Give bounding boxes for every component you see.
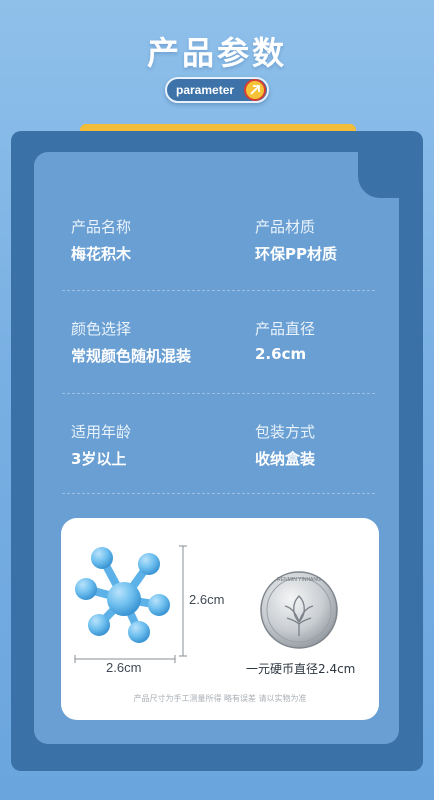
- coin-caption: 一元硬币直径2.4cm: [246, 662, 356, 676]
- spec-label-diameter: 产品直径: [255, 320, 316, 338]
- spec-label-color: 颜色选择: [71, 320, 132, 338]
- parameter-badge: parameter: [165, 77, 269, 103]
- card-notch: [358, 152, 399, 198]
- spec-value-age: 3岁以上: [71, 450, 127, 468]
- page-title: 产品参数: [146, 34, 287, 72]
- spec-label-age: 适用年龄: [71, 423, 132, 441]
- product-illustration: [74, 545, 338, 663]
- product-photo-panel: 2.6cm 2.6cm RENMIN YINHANG 一元硬币直径2.4cm 产…: [61, 518, 379, 720]
- spec-label-material: 产品材质: [255, 218, 316, 236]
- arrow-up-right-icon: [244, 79, 266, 101]
- spec-value-color: 常规颜色随机混装: [71, 347, 192, 365]
- spec-value-name: 梅花积木: [71, 245, 132, 263]
- coin-inscription: RENMIN YINHANG: [277, 577, 321, 583]
- divider: [62, 393, 375, 394]
- spec-label-name: 产品名称: [71, 218, 132, 236]
- height-dimension-label: 2.6cm: [189, 592, 225, 607]
- coin-icon: [260, 571, 338, 649]
- divider: [62, 290, 375, 291]
- spec-value-packaging: 收纳盒装: [255, 450, 316, 468]
- parameter-label: parameter: [176, 83, 235, 97]
- spec-label-packaging: 包装方式: [255, 423, 316, 441]
- flower-block-icon: [75, 547, 170, 643]
- measurement-disclaimer: 产品尺寸为手工测量所得 略有误差 请以实物为准: [133, 694, 307, 703]
- spec-value-material: 环保PP材质: [255, 245, 337, 263]
- page: { "header": { "title": "产品参数", "badge_la…: [0, 0, 434, 800]
- spec-value-diameter: 2.6cm: [255, 345, 307, 363]
- width-dimension-label: 2.6cm: [106, 660, 142, 675]
- divider: [62, 493, 375, 494]
